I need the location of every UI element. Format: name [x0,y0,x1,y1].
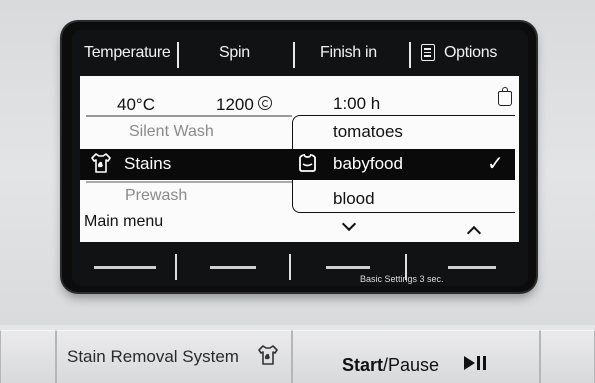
start-pause-label: Start/Pause [342,355,439,376]
softkey-4[interactable] [448,266,496,269]
program-item-stains[interactable]: Stains [124,154,171,174]
stain-item-babyfood[interactable]: babyfood [333,154,403,174]
temperature-value[interactable]: 40°C [117,95,155,115]
divider [177,42,179,68]
pause-icon [477,356,487,370]
softkey-2[interactable] [210,266,256,269]
softkey-3[interactable] [326,266,370,269]
shirt-stain-icon [91,153,111,173]
list-frame-bottom [292,180,515,213]
program-item-silent-wash[interactable]: Silent Wash [129,123,214,141]
finish-time-value[interactable]: 1:00 h [333,94,380,114]
stain-item-blood[interactable]: blood [333,189,375,209]
panel-button-right[interactable] [540,330,595,383]
list-frame-top [292,115,515,149]
softkey-bar [80,244,519,286]
divider [86,181,292,183]
main-menu-link[interactable]: Main menu [84,213,163,231]
tab-temperature[interactable]: Temperature [84,44,171,62]
spin-icon [258,96,272,110]
tab-finish-in[interactable]: Finish in [320,44,377,62]
tab-options[interactable]: Options [444,44,497,62]
program-item-prewash[interactable]: Prewash [125,187,187,205]
list-icon [421,44,435,61]
softkey-hint: Basic Settings 3 sec. [360,274,444,284]
header-bar: Temperature Spin Finish in Options [78,38,524,74]
bib-icon [299,153,316,172]
play-icon [464,356,475,370]
panel-button-left[interactable] [0,330,56,383]
divider [175,254,177,280]
divider [409,42,411,68]
check-icon: ✓ [487,153,504,175]
stain-item-tomatoes[interactable]: tomatoes [333,122,403,142]
softkey-1[interactable] [94,266,156,269]
divider [293,42,295,68]
bib-icon [498,87,512,106]
spin-value[interactable]: 1200 [216,95,254,115]
divider [289,254,291,280]
pause-label: /Pause [383,355,440,375]
start-label: Start [342,355,384,375]
stain-removal-label: Stain Removal System [67,347,239,366]
shirt-stain-icon [258,345,278,365]
divider [86,115,292,117]
tab-spin[interactable]: Spin [219,44,250,62]
